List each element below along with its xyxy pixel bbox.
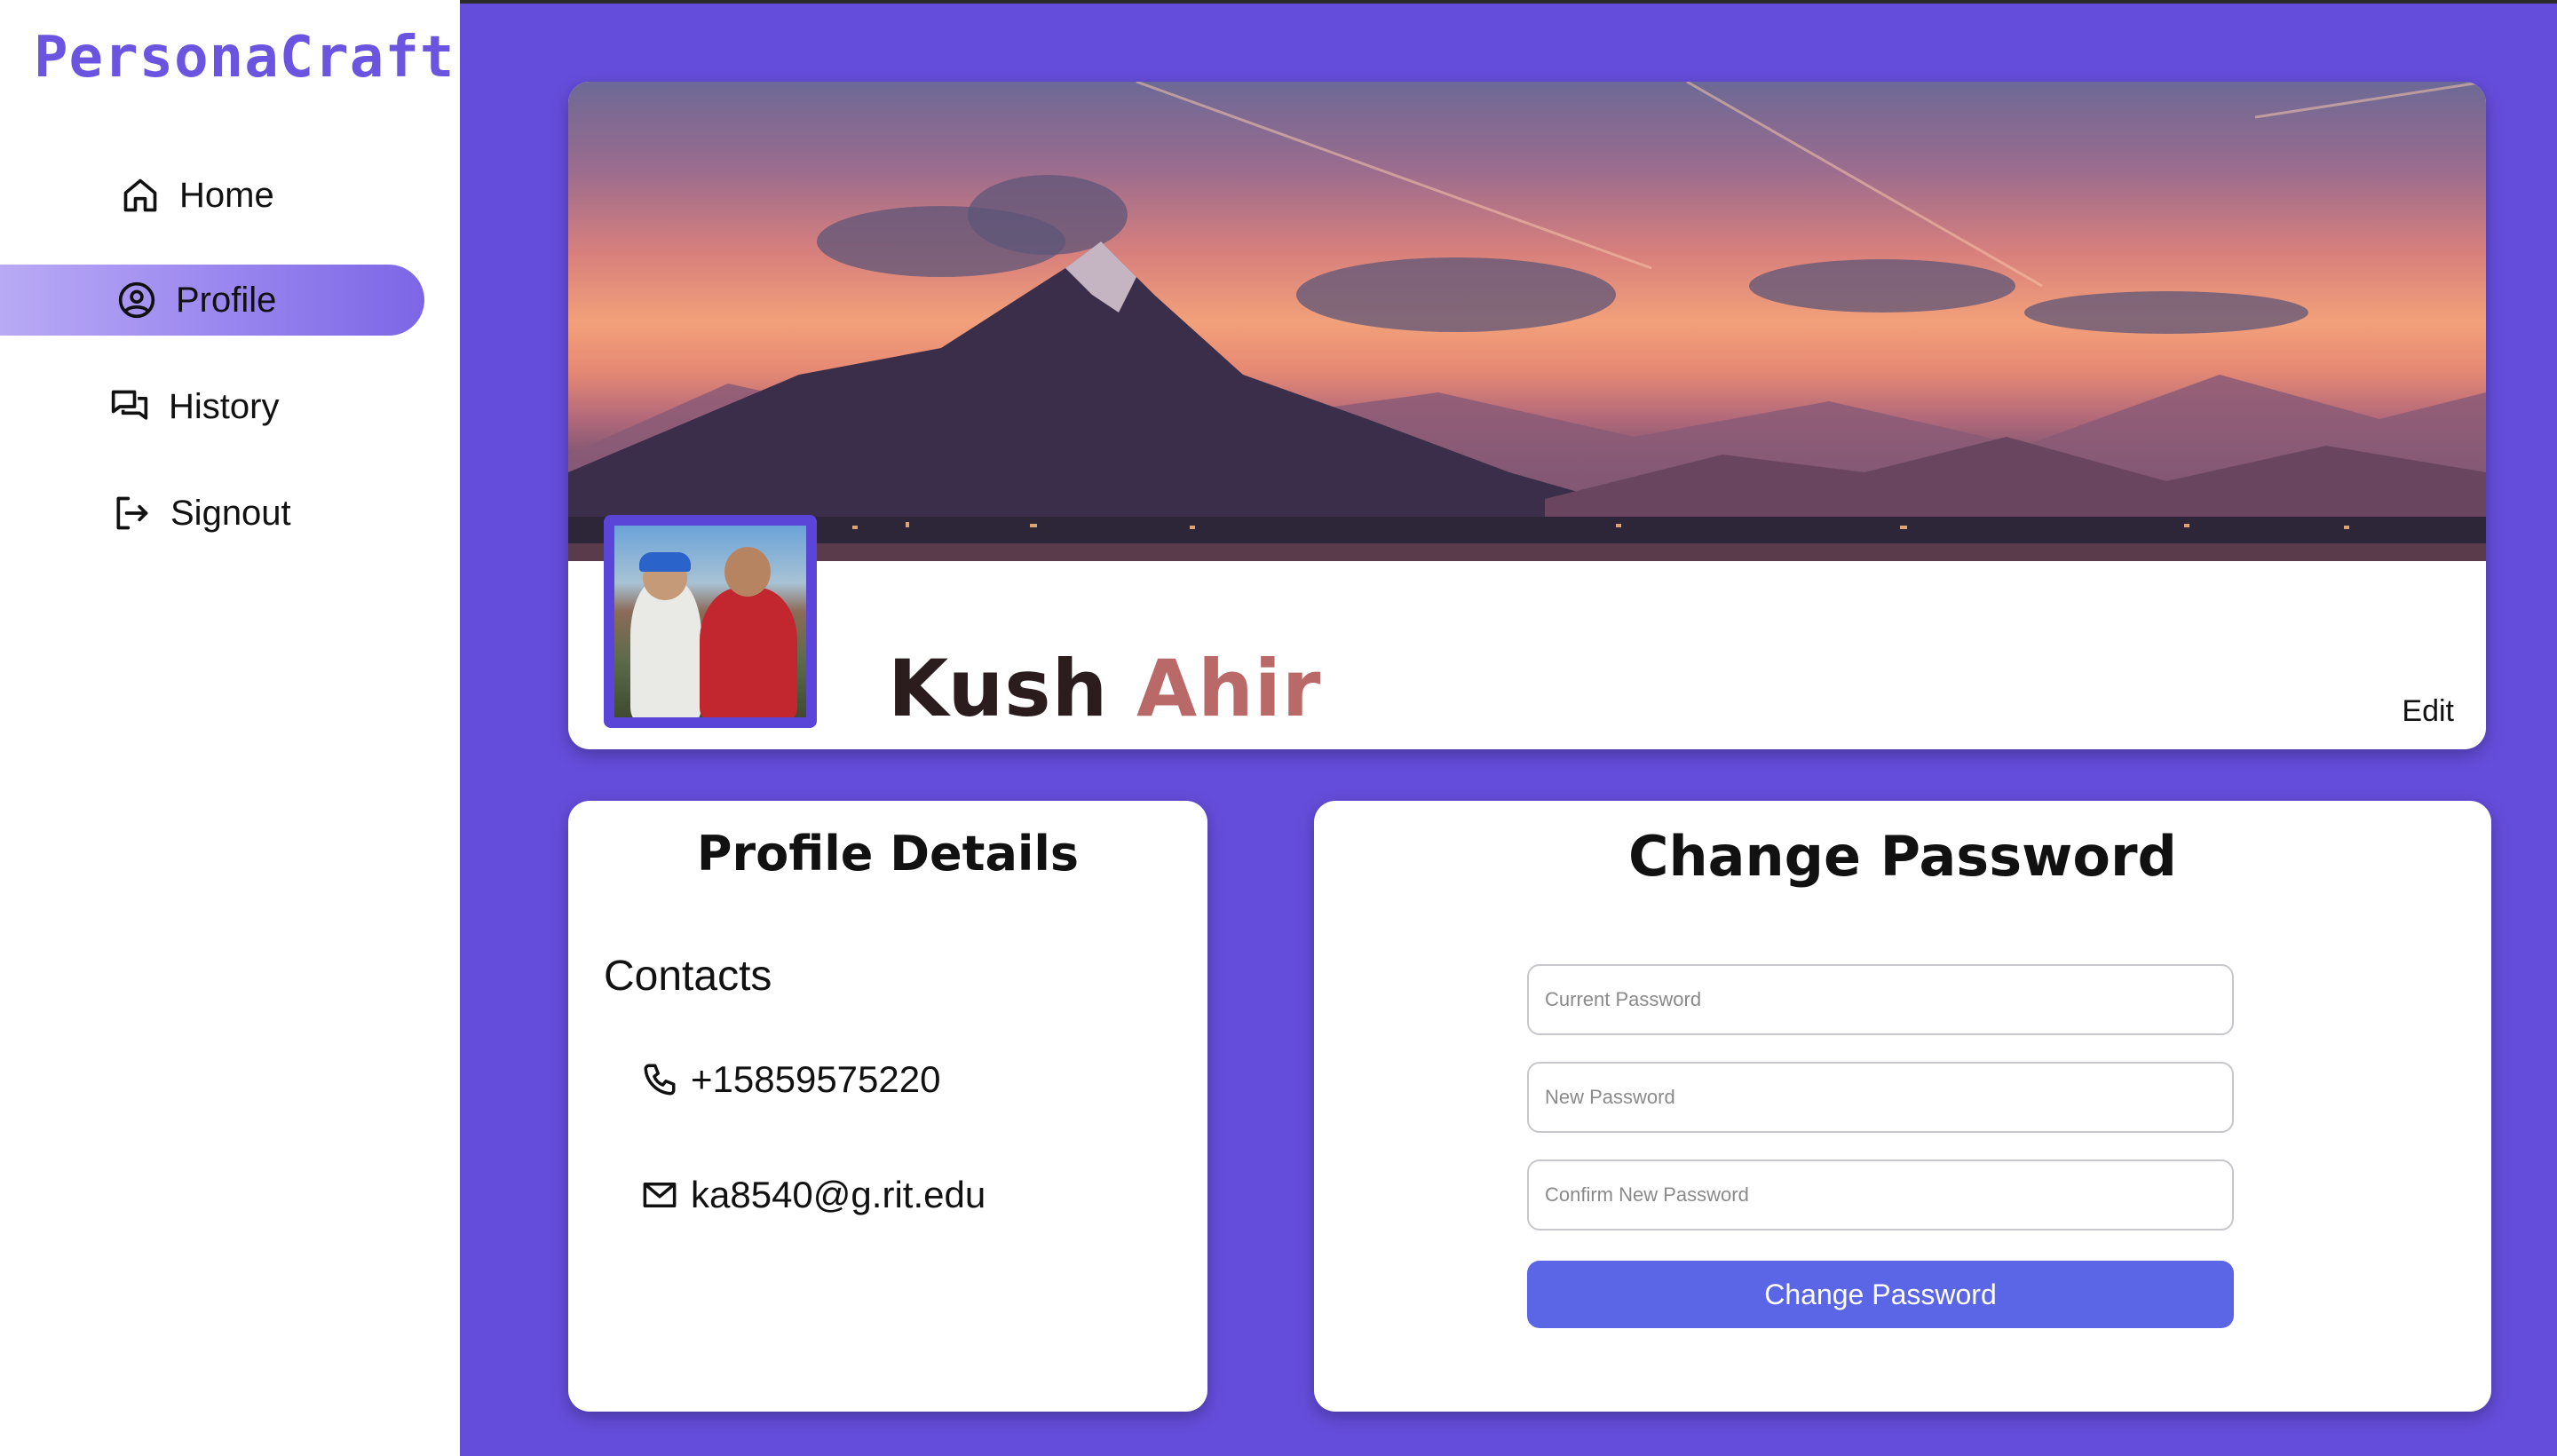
profile-details-card: Profile Details Contacts +15859575220 ka… (568, 801, 1207, 1412)
current-password-input[interactable] (1527, 964, 2234, 1035)
sidebar-item-label: Profile (176, 280, 277, 320)
profile-details-title: Profile Details (696, 826, 1080, 882)
sidebar-item-profile[interactable]: Profile (117, 265, 276, 336)
new-password-input[interactable] (1527, 1062, 2234, 1133)
phone-number: +15859575220 (691, 1058, 941, 1100)
sidebar-item-signout[interactable]: Signout (112, 478, 291, 549)
change-password-button[interactable]: Change Password (1527, 1261, 2234, 1328)
sidebar-item-label: Home (179, 175, 274, 215)
last-name: Ahir (1136, 643, 1322, 734)
sign-out-icon (116, 496, 148, 530)
profile-name: Kush Ahir (888, 643, 1321, 734)
sidebar: PersonaCraft Home Profile History Signou… (0, 0, 460, 1456)
profile-header-card: Kush Ahir Edit (568, 82, 2486, 749)
sidebar-item-history[interactable]: History (110, 371, 279, 442)
chat-bubbles-icon (111, 390, 148, 420)
email-address: ka8540@g.rit.edu (691, 1174, 986, 1215)
avatar-photo (614, 526, 806, 717)
sidebar-item-label: Signout (170, 493, 291, 533)
mail-icon (643, 1183, 677, 1207)
change-password-title: Change Password (1628, 824, 2177, 889)
first-name: Kush (888, 643, 1109, 734)
change-password-card: Change Password Change Password (1314, 801, 2491, 1412)
brand-logo[interactable]: PersonaCraft (34, 25, 455, 91)
phone-row: +15859575220 (641, 1058, 940, 1101)
home-icon (123, 178, 157, 212)
cover-image (568, 82, 2486, 561)
email-row: ka8540@g.rit.edu (641, 1174, 986, 1216)
sidebar-item-label: History (169, 386, 280, 426)
sidebar-item-home[interactable]: Home (121, 160, 274, 231)
user-circle-icon (118, 281, 155, 319)
confirm-password-input[interactable] (1527, 1159, 2234, 1230)
contacts-heading: Contacts (604, 953, 772, 1000)
edit-profile-link[interactable]: Edit (2402, 694, 2454, 729)
phone-icon (644, 1064, 676, 1096)
avatar[interactable] (604, 515, 817, 728)
